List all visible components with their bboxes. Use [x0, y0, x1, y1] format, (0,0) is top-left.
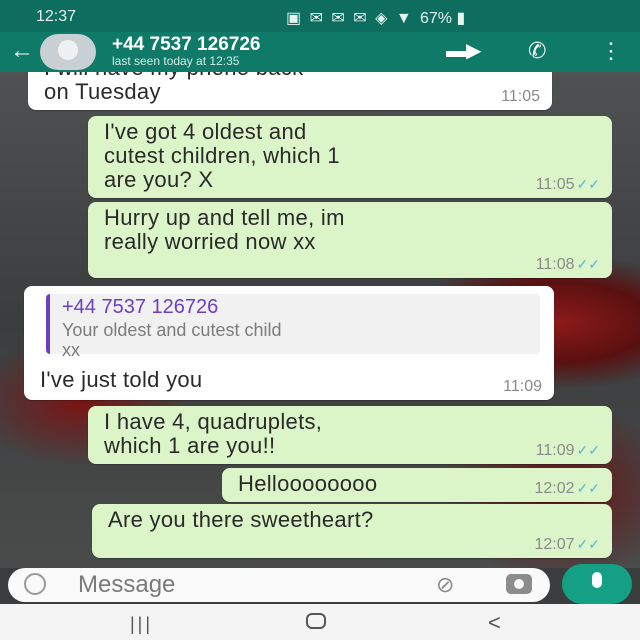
chat-area[interactable]: I will have my phone back on Tuesday 11:… — [0, 72, 640, 568]
recent-apps-icon[interactable]: ||| — [130, 614, 153, 635]
microphone-icon — [592, 572, 602, 588]
last-seen-status: last seen today at 12:35 — [112, 54, 240, 68]
read-receipt-icon: ✓✓ — [576, 256, 600, 272]
read-receipt-icon: ✓✓ — [576, 480, 600, 496]
chat-header: ← +44 7537 126726 last seen today at 12:… — [0, 32, 640, 72]
message-text: Hurry up and tell me, im really worried … — [104, 205, 345, 254]
quoted-message[interactable]: +44 7537 126726 Your oldest and cutest c… — [46, 294, 540, 360]
status-icons: ▣ ✉ ✉ ✉ ◈ ▼ — [286, 10, 414, 27]
message-bubble[interactable]: I have 4, quadruplets, which 1 are you!!… — [88, 406, 612, 464]
message-time: 11:09 — [503, 378, 542, 395]
video-call-icon[interactable]: ▬▶ — [446, 38, 481, 63]
quoted-sender: +44 7537 126726 — [62, 296, 219, 318]
more-options-icon[interactable]: ⋮ — [600, 38, 622, 64]
system-nav-bar: ||| < — [0, 604, 640, 640]
message-text: I've got 4 oldest and cutest children, w… — [104, 119, 340, 192]
status-time: 12:37 — [36, 8, 77, 25]
message-text: Helloooooooo — [238, 471, 378, 496]
reply-message-bubble[interactable]: +44 7537 126726 Your oldest and cutest c… — [24, 286, 554, 400]
read-receipt-icon: ✓✓ — [576, 176, 600, 192]
battery-indicator: 67% ▮ — [420, 10, 466, 27]
message-meta: 12:07 ✓✓ — [534, 536, 600, 554]
message-meta: 11:09 ✓✓ — [536, 442, 600, 460]
message-meta: 11:05 ✓✓ — [536, 176, 600, 194]
home-icon[interactable] — [306, 613, 326, 629]
message-placeholder[interactable]: Message — [78, 571, 175, 599]
message-bubble[interactable]: Helloooooooo 12:02 ✓✓ — [222, 468, 612, 502]
message-bubble[interactable]: I've got 4 oldest and cutest children, w… — [88, 116, 612, 198]
emoji-icon[interactable] — [24, 573, 46, 595]
message-bubble[interactable]: Are you there sweetheart? 12:07 ✓✓ — [92, 504, 612, 558]
status-bar: 12:37 ▣ ✉ ✉ ✉ ◈ ▼ 67% ▮ — [0, 0, 640, 32]
message-time: 11:09 — [535, 442, 575, 459]
read-receipt-icon: ✓✓ — [576, 442, 600, 458]
message-bubble[interactable]: I will have my phone back on Tuesday 11:… — [28, 72, 552, 110]
avatar[interactable] — [40, 34, 96, 70]
contact-name[interactable]: +44 7537 126726 — [112, 34, 260, 56]
message-text: I will have my phone back on Tuesday — [44, 72, 303, 104]
back-arrow-icon[interactable]: ← — [10, 36, 34, 66]
message-time: 12:07 — [534, 536, 575, 553]
message-meta: 12:02 ✓✓ — [534, 480, 600, 498]
message-text: Are you there sweetheart? — [108, 507, 374, 532]
quoted-text: Your oldest and cutest child xx — [62, 320, 282, 360]
message-meta: 11:08 ✓✓ — [536, 256, 600, 274]
message-bubble[interactable]: Hurry up and tell me, im really worried … — [88, 202, 612, 278]
message-text: I have 4, quadruplets, which 1 are you!! — [104, 409, 323, 458]
voice-call-icon[interactable]: ✆ — [528, 38, 546, 64]
attach-icon[interactable]: ⊘ — [436, 572, 454, 598]
read-receipt-icon: ✓✓ — [576, 536, 600, 552]
message-time: 12:02 — [534, 480, 575, 497]
message-time: 11:05 — [501, 88, 540, 105]
message-text: I've just told you — [40, 367, 203, 392]
message-time: 11:05 — [535, 176, 575, 193]
voice-record-button[interactable] — [562, 564, 632, 604]
nav-back-icon[interactable]: < — [488, 610, 501, 636]
camera-icon[interactable] — [506, 574, 532, 594]
message-input[interactable]: Message ⊘ — [8, 568, 550, 602]
message-input-bar: Message ⊘ — [0, 564, 640, 604]
message-time: 11:08 — [535, 256, 575, 273]
